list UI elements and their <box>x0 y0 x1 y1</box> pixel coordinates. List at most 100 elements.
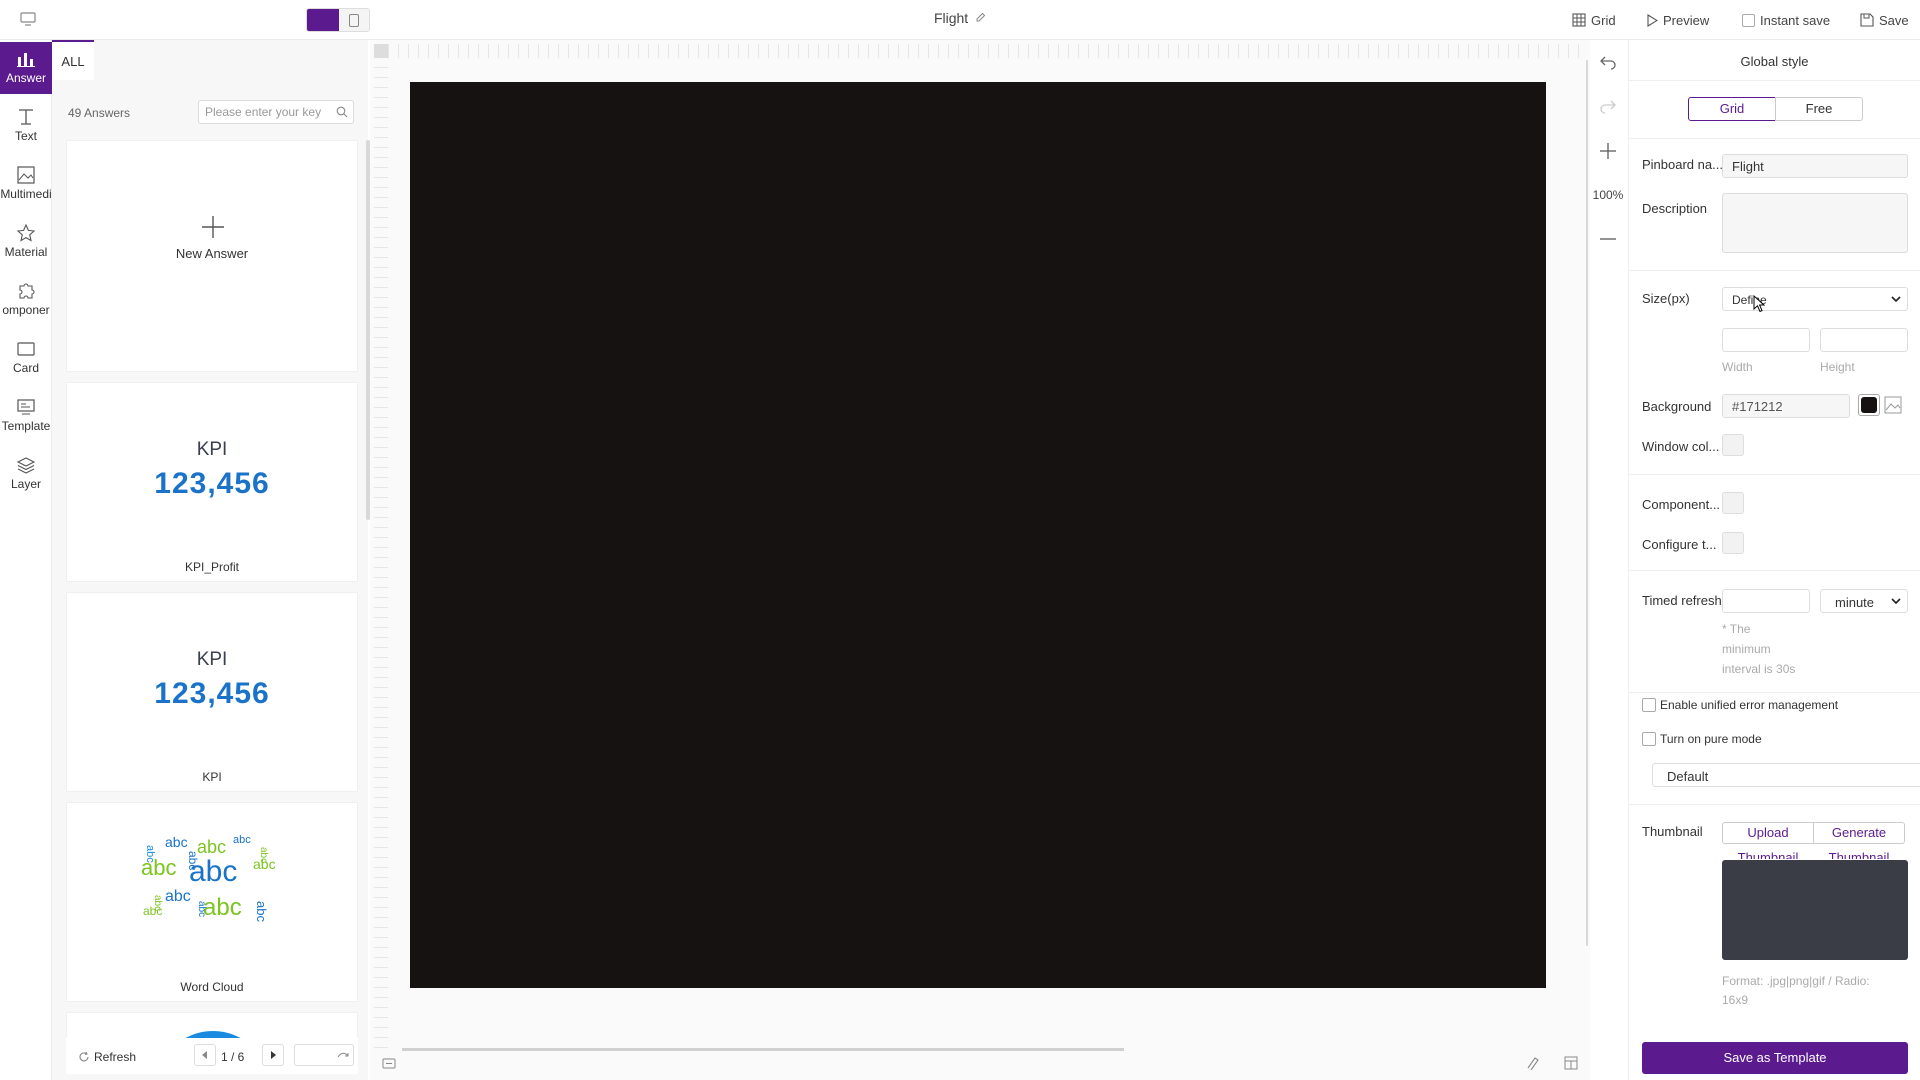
answers-panel: ALL 49 Answers Please enter your key New… <box>52 40 368 1080</box>
word-cloud-word: abc <box>197 837 226 857</box>
divider <box>1629 692 1920 693</box>
comment-icon[interactable] <box>382 1058 396 1070</box>
page-title[interactable]: Flight <box>900 10 1020 26</box>
eraser-icon[interactable] <box>1526 1056 1540 1070</box>
timed-refresh-input[interactable] <box>1722 589 1810 613</box>
cursor-icon <box>1753 295 1765 313</box>
instant-save-toggle[interactable]: Instant save <box>1742 11 1830 29</box>
zoom-level: 100% <box>1592 188 1624 202</box>
nav-multimedia[interactable]: Multimedi <box>0 158 52 210</box>
prev-page-button[interactable] <box>194 1044 216 1066</box>
refresh-button[interactable]: Refresh <box>78 1050 136 1064</box>
save-as-template-button[interactable]: Save as Template <box>1642 1042 1908 1074</box>
pencil-icon[interactable] <box>975 12 986 23</box>
star-icon <box>16 224 36 242</box>
grid-button[interactable]: Grid <box>1572 11 1616 29</box>
chevron-down-icon <box>1891 296 1901 303</box>
window-color-swatch[interactable] <box>1722 434 1744 456</box>
theme-select[interactable]: Default <box>1652 763 1920 787</box>
layers-icon <box>16 457 36 474</box>
size-select[interactable]: Define <box>1722 287 1908 311</box>
undo-icon[interactable] <box>1599 54 1617 70</box>
device-toggle[interactable] <box>306 8 370 32</box>
canvas-vertical-scrollbar[interactable] <box>1586 60 1588 946</box>
kpi-title: KPI <box>196 439 228 460</box>
pure-mode-checkbox[interactable] <box>1642 732 1656 746</box>
word-cloud-preview: abcabc abc abcabcabcabc abc abcabcabcabc abc a… <box>141 834 276 922</box>
height-input[interactable] <box>1820 328 1908 352</box>
background-color-input[interactable]: #171212 <box>1722 394 1850 418</box>
chevron-down-icon <box>1891 598 1901 605</box>
card-icon <box>17 342 35 356</box>
answer-card-kpi-profit[interactable]: KPI 123,456 KPI_Profit <box>66 382 358 582</box>
nav-material[interactable]: Material <box>0 216 52 268</box>
upload-thumbnail-button[interactable]: Upload <box>1722 822 1814 844</box>
zoom-out-icon[interactable] <box>1599 230 1617 248</box>
timed-unit-select[interactable]: minute <box>1820 589 1908 613</box>
image-icon[interactable] <box>1884 396 1902 414</box>
nav-layer[interactable]: Layer <box>0 448 52 500</box>
next-page-button[interactable] <box>262 1044 284 1066</box>
mobile-icon[interactable] <box>349 14 359 27</box>
go-arrow-icon[interactable] <box>337 1050 349 1060</box>
nav-component[interactable]: omponer <box>0 274 52 326</box>
pinboard-name-input[interactable]: Flight <box>1722 154 1908 178</box>
nav-card[interactable]: Card <box>0 332 52 384</box>
mode-grid-button[interactable]: Grid <box>1688 97 1776 121</box>
monitor-icon[interactable] <box>20 12 36 26</box>
new-answer-card[interactable]: New Answer <box>66 140 358 372</box>
divider <box>1629 80 1920 81</box>
background-color-swatch[interactable] <box>1858 394 1880 416</box>
card-label: Word Cloud <box>180 980 244 994</box>
card-label: KPI <box>202 770 222 784</box>
component-swatch[interactable] <box>1722 492 1744 514</box>
upload-thumbnail-sub: Thumbnail <box>1737 850 1799 859</box>
tab-all[interactable]: ALL <box>52 40 94 80</box>
pinboard-name-label: Pinboard na... <box>1642 157 1723 172</box>
search-input[interactable]: Please enter your key <box>198 100 354 124</box>
grid-label: Grid <box>1591 12 1616 28</box>
generate-thumbnail-button[interactable]: Generate <box>1813 822 1905 844</box>
pinboard-canvas[interactable] <box>410 82 1546 988</box>
answer-card-word-cloud[interactable]: abc abc abc abc abc abc abc abc abc abc abc abc abc a… <box>66 802 358 1002</box>
ruler-top <box>388 44 1588 58</box>
theme-value: Default <box>1667 769 1709 784</box>
zoom-in-icon[interactable] <box>1599 142 1617 160</box>
word-cloud-word: abc <box>165 888 191 905</box>
layout-icon[interactable] <box>1564 1056 1578 1070</box>
redo-icon[interactable] <box>1599 98 1617 114</box>
divider <box>1629 270 1920 271</box>
divider <box>1629 570 1920 571</box>
ruler-corner[interactable] <box>374 44 388 58</box>
puzzle-icon <box>19 283 35 299</box>
search-placeholder: Please enter your key <box>205 105 322 119</box>
min-interval-hint-3: interval is 30s <box>1722 662 1796 676</box>
instant-save-checkbox[interactable] <box>1742 13 1755 27</box>
nav-layer-label: Layer <box>10 477 42 491</box>
search-icon[interactable] <box>336 106 348 118</box>
pure-mode-label: Turn on pure mode <box>1660 732 1762 746</box>
desktop-mode-button[interactable] <box>307 9 339 31</box>
preview-button[interactable]: Preview <box>1646 11 1709 29</box>
nav-multimedia-label: Multimedi <box>0 187 52 201</box>
page-jump-input[interactable] <box>294 1044 354 1066</box>
answer-card-kpi[interactable]: KPI 123,456 KPI <box>66 592 358 792</box>
mode-free-button[interactable]: Free <box>1775 97 1863 121</box>
description-textarea[interactable] <box>1722 193 1908 253</box>
error-management-checkbox[interactable] <box>1642 698 1656 712</box>
configure-label: Configure t... <box>1642 537 1717 552</box>
word-cloud-word: abc <box>189 855 237 888</box>
nav-text[interactable]: Text <box>0 100 52 152</box>
nav-answer[interactable]: Answer <box>0 42 52 94</box>
nav-template[interactable]: Template <box>0 390 52 442</box>
width-input[interactable] <box>1722 328 1810 352</box>
left-nav: Answer Text Multimedi Material omponer C… <box>0 40 52 1080</box>
configure-swatch[interactable] <box>1722 532 1744 554</box>
divider <box>1629 804 1920 805</box>
page-indicator: 1 / 6 <box>221 1050 245 1064</box>
floppy-icon <box>1860 13 1874 27</box>
word-cloud-word: abc <box>143 904 162 918</box>
save-button[interactable]: Save <box>1860 11 1909 29</box>
canvas-horizontal-scrollbar[interactable] <box>402 1048 1124 1051</box>
new-answer-label: New Answer <box>175 246 249 261</box>
